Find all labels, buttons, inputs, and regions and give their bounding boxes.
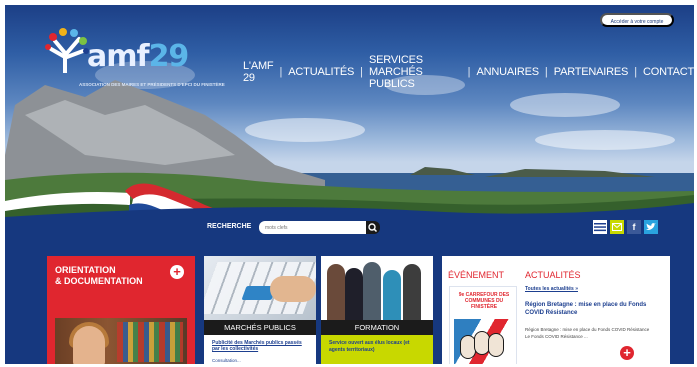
search-button[interactable]: [366, 221, 380, 234]
formation-photo: [321, 256, 433, 320]
poster-text: 9e CARREFOUR DES COMMUNES DU FINISTÈRE: [458, 292, 510, 310]
nav-partenaires[interactable]: PARTENAIRES: [554, 66, 629, 78]
person: [327, 264, 345, 320]
marches-publics-link[interactable]: Publicité des Marchés publics passés par…: [212, 340, 310, 352]
person: [383, 270, 401, 320]
mail-icon[interactable]: [610, 220, 624, 234]
news-title: ACTUALITÉS: [525, 270, 581, 280]
nav-services-marches-publics[interactable]: SERVICES MARCHÉS PUBLICS: [369, 54, 462, 90]
plus-icon[interactable]: +: [170, 265, 184, 279]
page: Accéder à votre compte amf29 ASSOCIATION…: [5, 5, 694, 364]
nav-separator: |: [467, 66, 471, 78]
news-body: Région Bretagne : mise en place du Fonds…: [525, 327, 650, 339]
orientation-photo: [55, 318, 187, 364]
event-poster[interactable]: 9e CARREFOUR DES COMMUNES DU FINISTÈRE: [449, 286, 517, 364]
main-nav: L'AMF 29 | ACTUALITÉS | SERVICES MARCHÉS…: [243, 54, 694, 90]
twitter-icon[interactable]: [644, 220, 658, 234]
nav-separator: |: [279, 66, 283, 78]
logo-text: amf: [87, 39, 150, 74]
logo-number: 29: [148, 39, 190, 74]
nav-separator: |: [634, 66, 638, 78]
keyboard-photo: [204, 256, 316, 320]
orientation-title-line2: & DOCUMENTATION: [55, 276, 143, 286]
tree-logo-icon: [45, 28, 89, 73]
marches-publics-label: MARCHÉS PUBLICS: [204, 320, 316, 335]
nav-actualites[interactable]: ACTUALITÉS: [288, 66, 354, 78]
person: [363, 262, 381, 320]
logo-subtitle: ASSOCIATION DES MAIRES ET PRÉSIDENTS D'E…: [79, 82, 225, 87]
formation-tile[interactable]: FORMATION Service ouvert aux élus locaux…: [321, 256, 433, 364]
orientation-title: ORIENTATION & DOCUMENTATION: [55, 265, 143, 287]
event-title: ÉVÉNEMENT: [448, 270, 505, 280]
hand: [270, 276, 316, 302]
nav-contact[interactable]: CONTACT: [643, 66, 694, 78]
social-links: f: [593, 220, 658, 234]
facebook-icon[interactable]: f: [627, 220, 641, 234]
poster-face: [488, 333, 504, 357]
news-headline[interactable]: Région Bretagne : mise en place du Fonds…: [525, 301, 665, 317]
formation-label: FORMATION: [321, 320, 433, 335]
marches-publics-sub: Consultation...: [212, 358, 241, 363]
person: [345, 268, 363, 320]
bookshelf: [117, 322, 183, 362]
search-icon: [368, 223, 378, 233]
marches-publics-tile[interactable]: MARCHÉS PUBLICS Publicité des Marchés pu…: [204, 256, 316, 364]
logo[interactable]: amf29 ASSOCIATION DES MAIRES ET PRÉSIDEN…: [45, 27, 235, 97]
account-button[interactable]: Accéder à votre compte: [600, 13, 674, 27]
nav-separator: |: [360, 66, 364, 78]
list-icon[interactable]: [593, 220, 607, 234]
nav-annuaires[interactable]: ANNUAIRES: [477, 66, 540, 78]
orientation-title-line1: ORIENTATION: [55, 265, 116, 275]
formation-desc[interactable]: Service ouvert aux élus locaux (et agent…: [329, 340, 427, 354]
logo-name: amf29: [87, 39, 190, 74]
person: [403, 264, 421, 320]
nav-separator: |: [544, 66, 548, 78]
nav-amf29[interactable]: L'AMF 29: [243, 60, 274, 84]
all-news-link[interactable]: Toutes les actualités »: [525, 286, 578, 292]
orientation-tile[interactable]: ORIENTATION & DOCUMENTATION +: [47, 256, 195, 364]
search-input[interactable]: [259, 221, 367, 234]
news-panel: ÉVÉNEMENT 9e CARREFOUR DES COMMUNES DU F…: [442, 256, 670, 364]
plus-icon[interactable]: +: [620, 346, 634, 360]
person-face: [73, 326, 105, 364]
search-label: RECHERCHE: [207, 223, 252, 230]
